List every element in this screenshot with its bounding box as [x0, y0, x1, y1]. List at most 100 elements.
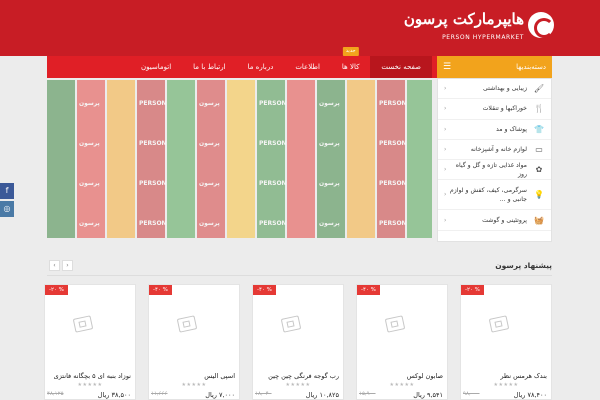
nav-link[interactable]: صفحه نخست: [370, 56, 432, 78]
categories-menu-button[interactable]: دسته‌بندیها ☰: [437, 56, 552, 78]
nav-link-label: صفحه نخست: [381, 63, 421, 71]
tv-icon: ▭: [535, 145, 543, 155]
new-badge: جدید: [342, 47, 359, 56]
banner-stripe-text: PERSON: [139, 140, 167, 147]
logo-text-fa: هایپرمارکت پرسون: [403, 10, 524, 28]
product-prices: ۳۸,۵۰۰ ریال ۴۸,۱۲۵: [47, 391, 131, 399]
discount-badge: -۲۰ %: [45, 285, 68, 295]
nav-link-label: اطلاعات: [295, 63, 320, 71]
shirt-icon: 👕: [534, 124, 544, 134]
site-logo[interactable]: هایپرمارکت پرسون PERSON HYPERMARKET: [404, 10, 554, 46]
product-price: ۷,۰۰۰ ریال: [205, 391, 235, 399]
category-item[interactable]: ✿ مواد غذایی تازه و گل و گیاه روز ‹: [438, 160, 551, 181]
chevron-left-icon: ‹: [444, 85, 447, 93]
chevron-left-icon: ‹: [444, 191, 447, 199]
nav-link[interactable]: اتوماسیون: [130, 56, 182, 78]
category-label: مواد غذایی تازه و گل و گیاه روز: [455, 161, 527, 178]
chevron-left-icon: ‹: [444, 105, 447, 113]
category-item[interactable]: 🍴 خوراکیها و تنقلات ‹: [438, 99, 551, 120]
nav-link-label: کالا ها: [341, 63, 360, 71]
banner-stripe: PERSON PERSON PERSON PERSON: [377, 80, 407, 238]
discount-badge: -۴۰ %: [149, 285, 172, 295]
banner-stripe-text: پرسون: [319, 100, 340, 107]
category-item[interactable]: 💡 سرگرمی، کیف، کفش و لوازم جانبی و ... ‹: [438, 180, 551, 211]
product-price: ۹,۵۴۱ ریال: [413, 391, 443, 399]
image-placeholder-icon: [72, 315, 94, 333]
nav-link[interactable]: کالا ها جدید: [331, 47, 371, 78]
discount-badge: -۴۰ %: [253, 285, 276, 295]
carousel-prev-button[interactable]: ‹: [62, 260, 73, 271]
hero-banner[interactable]: پرسون پرسون پرسون پرسون PERSON PERSON PERSON PE…: [47, 80, 432, 238]
product-card[interactable]: -۴۰ % اسپی الیس ★★★★★ ۷,۰۰۰ ریال ۱۱,۶۶۶: [148, 284, 240, 400]
banner-stripe-text: PERSON: [379, 100, 407, 107]
product-prices: ۷۸,۴۰۰ ریال ۹۸,۰۰۰: [463, 391, 547, 399]
section-divider: [47, 275, 552, 276]
carousel-next-button[interactable]: ›: [49, 260, 60, 271]
discount-badge: -۲۰ %: [461, 285, 484, 295]
banner-stripe-text: PERSON: [259, 220, 287, 227]
category-label: پوشاک و مد: [495, 125, 527, 133]
logo-text-en: PERSON HYPERMARKET: [442, 34, 524, 41]
instagram-icon[interactable]: ◎: [0, 201, 14, 217]
main-nav: دسته‌بندیها ☰ صفحه نخست کالا ها جدید اطلاعا…: [47, 47, 552, 78]
site-header: هایپرمارکت پرسون PERSON HYPERMARKET: [0, 0, 600, 56]
banner-stripe-text: پرسون: [319, 140, 340, 147]
banner-stripe: [107, 80, 135, 238]
category-item[interactable]: 🖌 زیبایی و بهداشتی ‹: [438, 79, 551, 100]
category-label: سرگرمی، کیف، کفش و لوازم جانبی و ...: [449, 186, 527, 203]
banner-stripe-text: پرسون: [319, 180, 340, 187]
product-name[interactable]: صابون لوکس: [359, 372, 443, 380]
category-item[interactable]: 🧺 پروتئینی و گوشت ‹: [438, 210, 551, 231]
banner-stripe: پرسون پرسون پرسون پرسون: [197, 80, 225, 238]
banner-stripe-text: پرسون: [319, 220, 340, 227]
banner-stripe-text: PERSON: [379, 140, 407, 147]
banner-stripe: PERSON PERSON PERSON PERSON: [257, 80, 287, 238]
categories-menu-label: دسته‌بندیها: [516, 63, 546, 71]
chevron-left-icon: ‹: [444, 216, 447, 224]
category-item[interactable]: 👕 پوشاک و مد ‹: [438, 120, 551, 140]
banner-stripe-text: PERSON: [259, 180, 287, 187]
facebook-icon[interactable]: f: [0, 183, 14, 199]
product-card[interactable]: -۲۰ % بندک هرمس نظر ★★★★★ ۷۸,۴۰۰ ریال ۹۸,۰۰۰: [460, 284, 552, 400]
nav-link[interactable]: درباره ما: [237, 56, 285, 78]
category-label: پروتئینی و گوشت: [482, 216, 527, 224]
banner-stripe-text: پرسون: [199, 100, 220, 107]
product-card[interactable]: -۴۰ % رب گوجه فرنگی چین چین ★★★★★ ۱۰,۸۲۵ ری…: [252, 284, 344, 400]
banner-stripe: [347, 80, 375, 238]
product-name[interactable]: اسپی الیس: [151, 372, 235, 380]
nav-link-label: اتوماسیون: [141, 63, 172, 71]
carousel-arrows: ‹ ›: [47, 260, 73, 271]
product-card[interactable]: -۲۰ % نوزاد بنبه ای ۵ بچگانه فانتزی ★★★★★ ۳…: [44, 284, 136, 400]
banner-stripe: PERSON PERSON PERSON PERSON: [137, 80, 167, 238]
nav-link[interactable]: ارتباط با ما: [182, 56, 236, 78]
banner-stripe: پرسون پرسون پرسون پرسون: [77, 80, 105, 238]
nav-link-label: ارتباط با ما: [193, 63, 226, 71]
product-name[interactable]: رب گوجه فرنگی چین چین: [255, 372, 339, 380]
banner-stripe-text: پرسون: [79, 220, 100, 227]
product-price: ۷۸,۴۰۰ ریال: [513, 391, 547, 399]
product-price: ۱۰,۸۲۵ ریال: [305, 391, 339, 399]
banner-stripe-text: PERSON: [139, 180, 167, 187]
product-name[interactable]: بندک هرمس نظر: [463, 372, 547, 380]
banner-stripe: [227, 80, 255, 238]
discount-badge: -۴۰ %: [357, 285, 380, 295]
product-card[interactable]: -۴۰ % صابون لوکس ★★★★★ ۹,۵۴۱ ریال ۱۵,۹۰۰: [356, 284, 448, 400]
image-placeholder-icon: [488, 315, 510, 333]
chevron-left-icon: ‹: [444, 146, 447, 154]
rating-stars: ★★★★★: [493, 382, 519, 388]
hamburger-icon: ☰: [443, 62, 452, 72]
nav-link[interactable]: اطلاعات: [284, 56, 331, 78]
category-label: خوراکیها و تنقلات: [482, 105, 527, 113]
banner-stripe: پرسون پرسون پرسون پرسون: [317, 80, 345, 238]
banner-stripe-text: پرسون: [199, 180, 220, 187]
banner-stripe: [407, 80, 432, 238]
nav-links: صفحه نخست کالا ها جدید اطلاعات درباره ما ارتب…: [130, 47, 432, 78]
banner-stripe-text: PERSON: [139, 100, 167, 107]
product-old-price: ۱۱,۶۶۶: [151, 391, 168, 397]
rating-stars: ★★★★★: [285, 382, 311, 388]
category-label: لوازم خانه و آشپزخانه: [470, 146, 527, 154]
section-title: پیشنهاد پرسون: [495, 261, 552, 270]
product-name[interactable]: نوزاد بنبه ای ۵ بچگانه فانتزی: [47, 372, 131, 380]
category-item[interactable]: ▭ لوازم خانه و آشپزخانه ‹: [438, 140, 551, 161]
banner-stripe-text: PERSON: [379, 180, 407, 187]
